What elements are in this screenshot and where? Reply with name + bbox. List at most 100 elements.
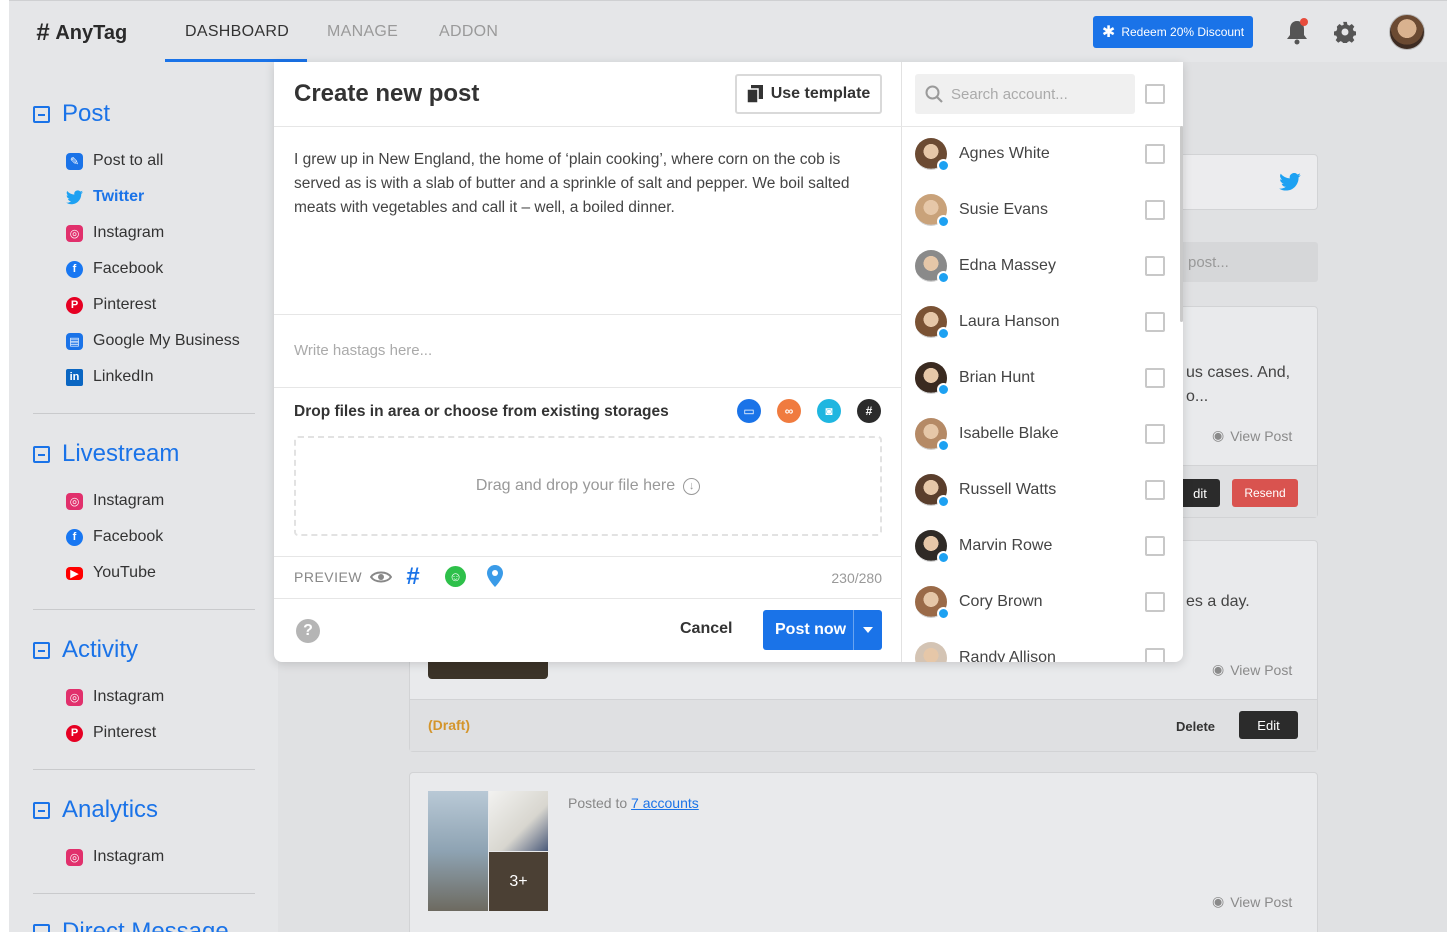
hashtags-input[interactable]: Write hastags here... bbox=[294, 342, 432, 359]
hashtag-icon[interactable]: # bbox=[406, 563, 419, 591]
section-title: Activity bbox=[62, 636, 139, 663]
delete-button[interactable]: Delete bbox=[1176, 719, 1215, 734]
tab-manage[interactable]: MANAGE bbox=[327, 23, 398, 41]
sidebar: Post ✎ Post to all Twitter ◎ Instagram f… bbox=[9, 62, 278, 932]
redeem-discount-button[interactable]: ✱ Redeem 20% Discount bbox=[1093, 16, 1253, 48]
account-checkbox[interactable] bbox=[1145, 424, 1165, 444]
section-analytics[interactable]: Analytics bbox=[33, 796, 158, 824]
account-row[interactable]: Edna Massey bbox=[915, 246, 1165, 286]
account-checkbox[interactable] bbox=[1145, 312, 1165, 332]
caret-down-icon[interactable] bbox=[853, 610, 882, 650]
app-logo[interactable]: # AnyTag bbox=[36, 19, 127, 47]
divider bbox=[274, 314, 902, 315]
sidebar-item-pinterest[interactable]: P Pinterest bbox=[66, 296, 156, 314]
preview-label: PREVIEW bbox=[294, 569, 363, 585]
more-images-badge[interactable]: 3+ bbox=[489, 852, 548, 911]
account-avatar bbox=[915, 250, 950, 284]
account-checkbox[interactable] bbox=[1145, 480, 1165, 500]
edit-button[interactable]: Edit bbox=[1239, 711, 1298, 739]
account-checkbox[interactable] bbox=[1145, 256, 1165, 276]
section-direct-message[interactable]: Direct Message bbox=[33, 918, 229, 932]
section-title: Post bbox=[62, 100, 111, 127]
sidebar-item-livestream-facebook[interactable]: f Facebook bbox=[66, 528, 163, 546]
section-activity[interactable]: Activity bbox=[33, 636, 138, 664]
tab-addon[interactable]: ADDON bbox=[439, 23, 498, 41]
create-post-modal: Create new post Use template I grew up i… bbox=[274, 62, 1183, 662]
account-avatar bbox=[915, 306, 950, 340]
file-dropzone[interactable]: Drag and drop your file here ↓ bbox=[294, 436, 882, 536]
post-excerpt: us cases. And, o... bbox=[1186, 361, 1290, 409]
hashtag-icon[interactable]: # bbox=[857, 399, 881, 423]
accounts-link[interactable]: 7 accounts bbox=[631, 795, 699, 811]
sidebar-item-label: Pinterest bbox=[93, 724, 157, 741]
youtube-icon: ▶ bbox=[66, 566, 83, 580]
emoji-icon[interactable]: ☺ bbox=[445, 566, 466, 587]
scrollbar[interactable] bbox=[1180, 126, 1183, 322]
link-icon[interactable]: ∞ bbox=[777, 399, 801, 423]
account-checkbox[interactable] bbox=[1145, 648, 1165, 662]
account-row[interactable]: Laura Hanson bbox=[915, 302, 1165, 342]
sidebar-item-activity-pinterest[interactable]: P Pinterest bbox=[66, 724, 156, 742]
resend-button[interactable]: Resend bbox=[1232, 479, 1298, 507]
view-post-label: View Post bbox=[1230, 893, 1293, 910]
sidebar-item-livestream-instagram[interactable]: ◎ Instagram bbox=[66, 492, 164, 510]
cancel-button[interactable]: Cancel bbox=[680, 620, 732, 638]
sidebar-item-activity-instagram[interactable]: ◎ Instagram bbox=[66, 688, 164, 706]
account-name: Cory Brown bbox=[959, 593, 1043, 610]
account-name: Laura Hanson bbox=[959, 313, 1060, 330]
divider bbox=[274, 126, 902, 127]
post-text-area[interactable]: I grew up in New England, the home of ‘p… bbox=[294, 148, 886, 220]
account-row[interactable]: Russell Watts bbox=[915, 470, 1165, 510]
post-now-label: Post now bbox=[775, 621, 847, 638]
user-avatar[interactable] bbox=[1389, 14, 1425, 50]
section-livestream[interactable]: Livestream bbox=[33, 440, 179, 468]
camera-icon[interactable]: ◙ bbox=[817, 399, 841, 423]
sidebar-item-post-to-all[interactable]: ✎ Post to all bbox=[66, 152, 163, 170]
account-checkbox[interactable] bbox=[1145, 200, 1165, 220]
twitter-icon bbox=[66, 189, 83, 204]
use-template-button[interactable]: Use template bbox=[735, 74, 882, 114]
account-row[interactable]: Marvin Rowe bbox=[915, 526, 1165, 566]
view-post-link[interactable]: ◉ View Post bbox=[1212, 893, 1292, 910]
account-checkbox[interactable] bbox=[1145, 592, 1165, 612]
pinterest-icon: P bbox=[66, 724, 83, 742]
divider bbox=[33, 893, 255, 894]
sidebar-item-label: Instagram bbox=[93, 848, 165, 865]
tab-dashboard[interactable]: DASHBOARD bbox=[185, 23, 289, 41]
sidebar-item-twitter[interactable]: Twitter bbox=[66, 188, 144, 206]
account-row[interactable]: Brian Hunt bbox=[915, 358, 1165, 398]
post-now-button[interactable]: Post now bbox=[763, 610, 882, 650]
post-excerpt-line: o... bbox=[1186, 388, 1209, 405]
pinterest-icon: P bbox=[66, 296, 83, 314]
asterisk-icon: ✱ bbox=[1101, 24, 1116, 41]
collapse-icon bbox=[33, 801, 50, 819]
account-row[interactable]: Susie Evans bbox=[915, 190, 1165, 230]
sidebar-item-linkedin[interactable]: in LinkedIn bbox=[66, 368, 154, 386]
gear-icon[interactable] bbox=[1334, 21, 1356, 43]
account-row[interactable]: Cory Brown bbox=[915, 582, 1165, 622]
view-post-label: View Post bbox=[1230, 427, 1293, 444]
sidebar-item-instagram[interactable]: ◎ Instagram bbox=[66, 224, 164, 242]
select-all-checkbox[interactable] bbox=[1145, 84, 1165, 104]
sidebar-item-facebook[interactable]: f Facebook bbox=[66, 260, 163, 278]
account-row[interactable]: Isabelle Blake bbox=[915, 414, 1165, 454]
sidebar-item-analytics-instagram[interactable]: ◎ Instagram bbox=[66, 848, 164, 866]
view-post-link[interactable]: ◉ View Post bbox=[1212, 661, 1292, 678]
account-checkbox[interactable] bbox=[1145, 368, 1165, 388]
location-pin-icon[interactable] bbox=[487, 565, 503, 587]
section-post[interactable]: Post bbox=[33, 100, 110, 128]
account-row[interactable]: Agnes White bbox=[915, 134, 1165, 174]
account-checkbox[interactable] bbox=[1145, 144, 1165, 164]
section-title: Direct Message bbox=[62, 918, 229, 932]
account-row[interactable]: Randy Allison bbox=[915, 638, 1165, 662]
preview-toggle[interactable]: PREVIEW bbox=[294, 569, 393, 585]
account-avatar bbox=[915, 138, 950, 172]
account-checkbox[interactable] bbox=[1145, 536, 1165, 556]
search-account-input[interactable]: Search account... bbox=[915, 74, 1135, 114]
sidebar-item-livestream-youtube[interactable]: ▶ YouTube bbox=[66, 564, 156, 582]
folder-icon[interactable]: ▭ bbox=[737, 399, 761, 423]
help-icon[interactable]: ? bbox=[296, 619, 320, 643]
view-post-link[interactable]: ◉ View Post bbox=[1212, 427, 1292, 444]
edit-button[interactable]: dit bbox=[1180, 479, 1220, 507]
sidebar-item-google-my-business[interactable]: ▤ Google My Business bbox=[66, 332, 240, 350]
